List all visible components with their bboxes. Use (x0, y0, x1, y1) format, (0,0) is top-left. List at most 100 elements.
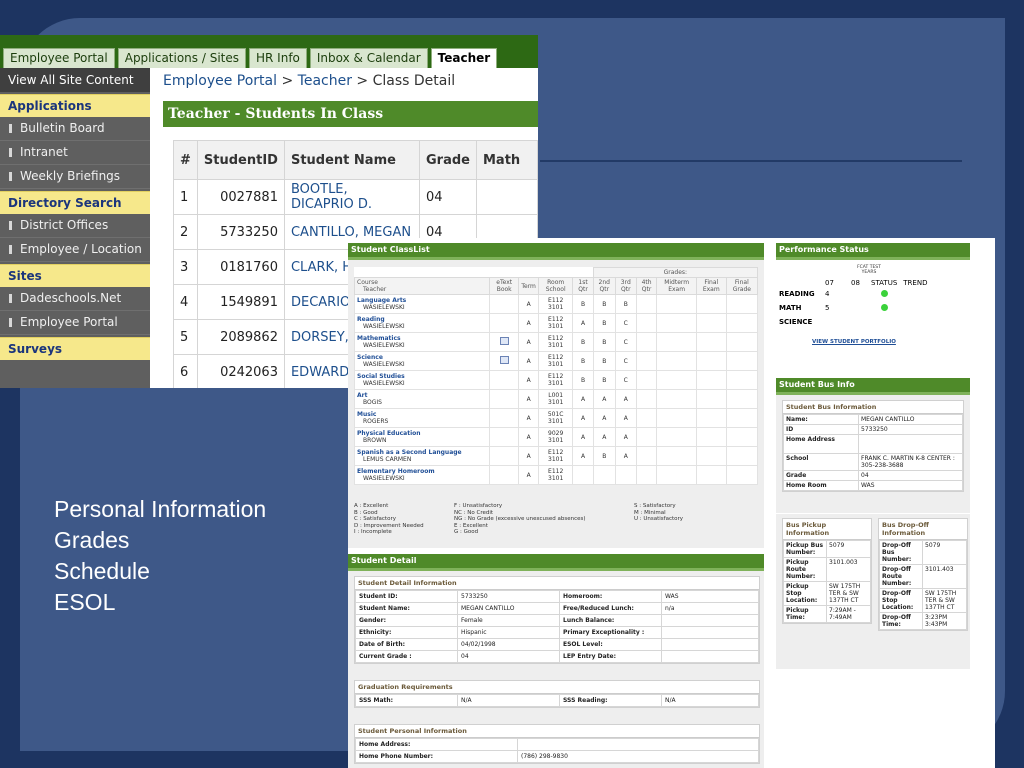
course-name[interactable]: Elementary Homeroom (357, 468, 487, 475)
field-value (517, 738, 759, 751)
course-name[interactable]: Science (357, 354, 487, 361)
field-label: Drop-Off Route Number: (879, 564, 923, 589)
field-label: Home Address: (355, 738, 518, 751)
breadcrumb-employee-portal[interactable]: Employee Portal (163, 73, 277, 89)
room-cell: L001 3101 (537, 389, 574, 409)
room-cell: E112 3101 (537, 351, 574, 371)
student-name-link[interactable]: BOOTLE, DICAPRIO D. (283, 179, 421, 215)
sidebar-item-weekly-briefings[interactable]: Weekly Briefings (0, 165, 150, 189)
student-detail-panel: Student Detail Student Detail Informatio… (348, 554, 764, 768)
performance-table: 07 08 STATUS TREND READING 4 MATH 5 SCIENCE (776, 279, 930, 329)
tab-inbox-calendar[interactable]: Inbox & Calendar (309, 48, 428, 68)
sidebar-item-dadeschools[interactable]: Dadeschools.Net (0, 287, 150, 311)
sidebar-item-employee-location[interactable]: Employee / Location (0, 238, 150, 262)
year-header: 08 (851, 279, 860, 287)
field-label: Gender: (355, 614, 458, 627)
list-item: Mathematics WASIELEWSKI A E112 3101 B B C (354, 332, 759, 352)
room-cell: E112 3101 (537, 446, 574, 466)
school-number: 3101 (548, 361, 564, 368)
field-value: 5079 (922, 540, 967, 565)
room-number: E112 (548, 297, 564, 304)
q4-grade (635, 370, 658, 390)
course-name[interactable]: Social Studies (357, 373, 487, 380)
field-value: 5079 (826, 540, 871, 558)
course-name[interactable]: Physical Education (357, 430, 487, 437)
view-all-link[interactable]: View All Site Content (0, 68, 150, 92)
tab-hr-info[interactable]: HR Info (249, 48, 307, 68)
student-id: 0242063 (196, 354, 285, 388)
math-cell (476, 179, 538, 215)
view-portfolio-link[interactable]: VIEW STUDENT PORTFOLIO (812, 339, 896, 345)
final-grade (725, 294, 759, 314)
sidebar-item-intranet[interactable]: Intranet (0, 141, 150, 165)
etext-book-icon[interactable] (499, 337, 509, 345)
q4-grade (635, 389, 658, 409)
q1-grade: A (572, 408, 594, 428)
field-label: Drop-Off Time: (879, 612, 923, 630)
etext-book-icon[interactable] (499, 356, 509, 364)
q3-grade (614, 465, 637, 485)
final-grade (725, 408, 759, 428)
breadcrumb-teacher[interactable]: Teacher (298, 73, 352, 89)
sidebar-item-bulletin-board[interactable]: Bulletin Board (0, 117, 150, 141)
column-header[interactable]: Student Name (283, 140, 421, 180)
q1-grade: B (572, 351, 594, 371)
field-label: Grade (783, 470, 859, 481)
term-cell: A (518, 389, 539, 409)
q2-header: 2nd Qtr (592, 277, 616, 295)
field-value: Hispanic (457, 626, 560, 639)
room-cell: E112 3101 (537, 332, 574, 352)
course-name[interactable]: Spanish as a Second Language (357, 449, 487, 456)
field-label: ESOL Level: (559, 638, 662, 651)
final-grade (725, 427, 759, 447)
field-value: 5733250 (457, 590, 560, 603)
sidebar-item-employee-portal[interactable]: Employee Portal (0, 311, 150, 335)
breadcrumb-separator: > (351, 73, 373, 89)
q2-grade (592, 465, 616, 485)
tab-teacher[interactable]: Teacher (430, 48, 498, 68)
midterm-grade (656, 313, 697, 333)
school-number: 3101 (548, 304, 564, 311)
tab-applications-sites[interactable]: Applications / Sites (117, 48, 246, 68)
field-value: 04 (457, 650, 560, 663)
column-header[interactable]: Math (476, 140, 538, 180)
table-row: Ethnicity: Hispanic Primary Exceptionality… (355, 626, 759, 639)
course-name[interactable]: Language Arts (357, 297, 487, 304)
field-value: WAS (858, 480, 963, 491)
field-value: MEGAN CANTILLO (858, 414, 963, 425)
field-value: 7:29AM - 7:49AM (826, 605, 871, 623)
room-number: E112 (548, 449, 564, 456)
course-name[interactable]: Reading (357, 316, 487, 323)
field-value: 04 (858, 470, 963, 481)
midterm-grade (656, 351, 697, 371)
q1-header: 1st Qtr (572, 277, 594, 295)
column-header[interactable]: Grade (419, 140, 477, 180)
etext-cell (488, 351, 520, 371)
field-value (661, 638, 759, 651)
grade-legend-col1: A : Excellent B : Good C : Satisfactory D :… (354, 503, 424, 536)
sidebar-item-district-offices[interactable]: District Offices (0, 214, 150, 238)
room-cell: E112 3101 (537, 294, 574, 314)
etext-cell (488, 408, 520, 428)
q3-grade: B (614, 294, 637, 314)
status-dot-icon (880, 303, 888, 311)
room-number: E112 (548, 354, 564, 361)
q2-grade: B (592, 294, 616, 314)
column-header[interactable]: StudentID (196, 140, 285, 180)
term-cell: A (518, 294, 539, 314)
q3-grade: C (614, 313, 637, 333)
course-name[interactable]: Music (357, 411, 487, 418)
field-label: Lunch Balance: (559, 614, 662, 627)
term-cell: A (518, 446, 539, 466)
tab-employee-portal[interactable]: Employee Portal (3, 48, 115, 68)
field-value: MEGAN CANTILLO (457, 602, 560, 615)
course-name[interactable]: Art (357, 392, 487, 399)
list-item: Language Arts WASIELEWSKI A E112 3101 B B B (354, 294, 759, 314)
field-label: Ethnicity: (355, 626, 458, 639)
legend-entry: NG : No Grade (excessive unexcused absen… (454, 516, 586, 522)
midterm-grade (656, 332, 697, 352)
field-label: Home Room (783, 480, 859, 491)
dropoff-table: Drop-Off Bus Number: 5079 Drop-Off Route … (879, 540, 967, 630)
course-name[interactable]: Mathematics (357, 335, 487, 342)
pickup-subheader: Bus Pickup Information (783, 519, 871, 540)
